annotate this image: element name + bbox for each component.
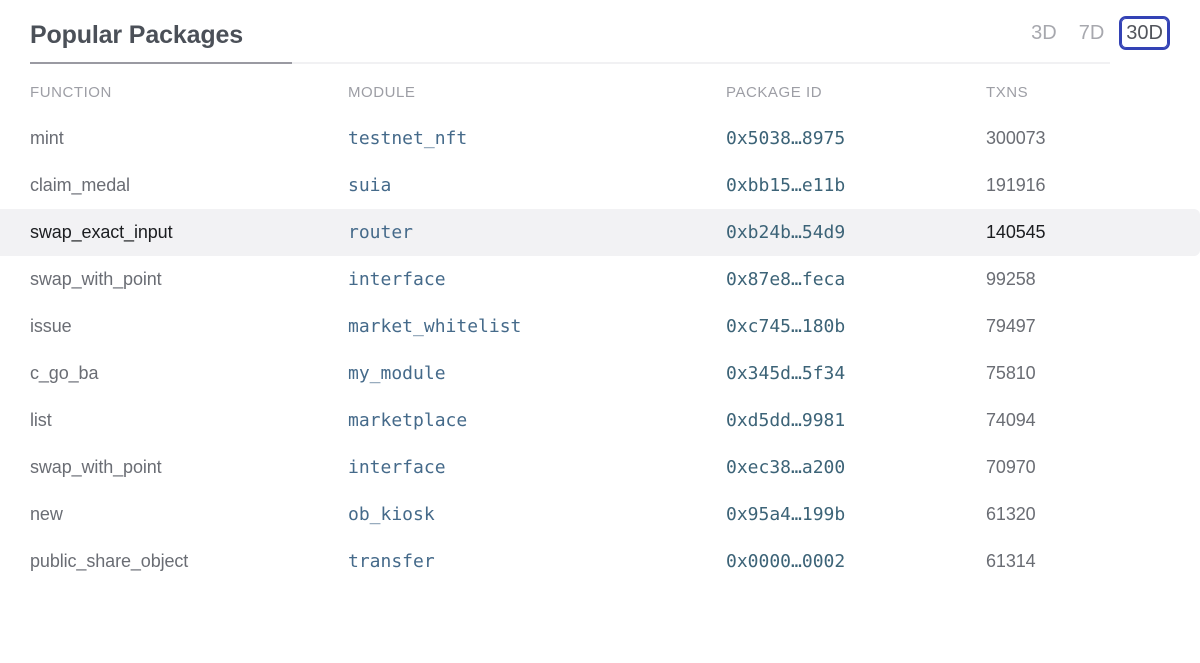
cell-package-id[interactable]: 0xbb15…e11b: [726, 162, 986, 209]
popular-packages-panel: Popular Packages 3D 7D 30D FUNCTION MODU…: [0, 0, 1200, 663]
cell-function: claim_medal: [30, 175, 130, 195]
packages-table: FUNCTION MODULE PACKAGE ID TXNS mint test…: [0, 68, 1200, 585]
cell-function: public_share_object: [30, 551, 189, 571]
cell-function: c_go_ba: [30, 363, 99, 383]
cell-package-id[interactable]: 0x95a4…199b: [726, 491, 986, 538]
column-header-txns[interactable]: TXNS: [986, 68, 1200, 115]
cell-package-id[interactable]: 0xd5dd…9981: [726, 397, 986, 444]
cell-txns: 99258: [986, 269, 1036, 289]
table-row[interactable]: claim_medal suia 0xbb15…e11b 191916: [0, 162, 1200, 209]
table-row[interactable]: swap_with_point interface 0x87e8…feca 99258: [0, 256, 1200, 303]
column-header-function[interactable]: FUNCTION: [0, 68, 348, 115]
range-button-3d[interactable]: 3D: [1024, 16, 1064, 50]
column-header-package-id[interactable]: PACKAGE ID: [726, 68, 986, 115]
cell-package-id[interactable]: 0x345d…5f34: [726, 350, 986, 397]
cell-module[interactable]: interface: [348, 444, 726, 491]
cell-module[interactable]: router: [348, 209, 726, 256]
cell-txns: 140545: [986, 209, 1200, 256]
table-row[interactable]: list marketplace 0xd5dd…9981 74094: [0, 397, 1200, 444]
table-row[interactable]: swap_with_point interface 0xec38…a200 70970: [0, 444, 1200, 491]
cell-module[interactable]: my_module: [348, 350, 726, 397]
cell-txns: 191916: [986, 175, 1046, 195]
cell-package-id[interactable]: 0xc745…180b: [726, 303, 986, 350]
cell-module[interactable]: market_whitelist: [348, 303, 726, 350]
cell-package-id[interactable]: 0x0000…0002: [726, 538, 986, 585]
cell-function: mint: [30, 128, 64, 148]
cell-function: new: [30, 504, 63, 524]
page-title: Popular Packages: [30, 21, 243, 49]
cell-function: swap_with_point: [30, 269, 162, 289]
table-row[interactable]: swap_exact_input router 0xb24b…54d9 140545: [0, 209, 1200, 256]
cell-package-id[interactable]: 0xb24b…54d9: [726, 209, 986, 256]
cell-txns: 61320: [986, 504, 1036, 524]
cell-function: swap_exact_input: [0, 209, 348, 256]
table-header: FUNCTION MODULE PACKAGE ID TXNS: [0, 68, 1200, 115]
table-row[interactable]: c_go_ba my_module 0x345d…5f34 75810: [0, 350, 1200, 397]
cell-function: issue: [30, 316, 72, 336]
panel-header: Popular Packages 3D 7D 30D: [0, 0, 1200, 68]
time-range-selector: 3D 7D 30D: [1024, 0, 1170, 50]
cell-module[interactable]: testnet_nft: [348, 115, 726, 162]
column-header-module[interactable]: MODULE: [348, 68, 726, 115]
cell-package-id[interactable]: 0x87e8…feca: [726, 256, 986, 303]
cell-module[interactable]: interface: [348, 256, 726, 303]
cell-module[interactable]: suia: [348, 162, 726, 209]
table-row[interactable]: public_share_object transfer 0x0000…0002 61…: [0, 538, 1200, 585]
table-row[interactable]: issue market_whitelist 0xc745…180b 79497: [0, 303, 1200, 350]
cell-txns: 79497: [986, 316, 1036, 336]
cell-module[interactable]: ob_kiosk: [348, 491, 726, 538]
cell-package-id[interactable]: 0xec38…a200: [726, 444, 986, 491]
range-button-30d[interactable]: 30D: [1119, 16, 1170, 50]
cell-txns: 74094: [986, 410, 1036, 430]
cell-function: list: [30, 410, 52, 430]
cell-package-id[interactable]: 0x5038…8975: [726, 115, 986, 162]
cell-module[interactable]: marketplace: [348, 397, 726, 444]
cell-module[interactable]: transfer: [348, 538, 726, 585]
table-row[interactable]: mint testnet_nft 0x5038…8975 300073: [0, 115, 1200, 162]
table-body: mint testnet_nft 0x5038…8975 300073 claim_me…: [0, 115, 1200, 585]
table-row[interactable]: new ob_kiosk 0x95a4…199b 61320: [0, 491, 1200, 538]
table-header-row: FUNCTION MODULE PACKAGE ID TXNS: [0, 68, 1200, 115]
cell-txns: 61314: [986, 551, 1036, 571]
cell-txns: 70970: [986, 457, 1036, 477]
cell-txns: 75810: [986, 363, 1036, 383]
cell-function: swap_with_point: [30, 457, 162, 477]
packages-table-wrapper: FUNCTION MODULE PACKAGE ID TXNS mint test…: [0, 68, 1200, 663]
title-active-underline: [30, 62, 292, 64]
range-button-7d[interactable]: 7D: [1072, 16, 1112, 50]
cell-txns: 300073: [986, 128, 1046, 148]
